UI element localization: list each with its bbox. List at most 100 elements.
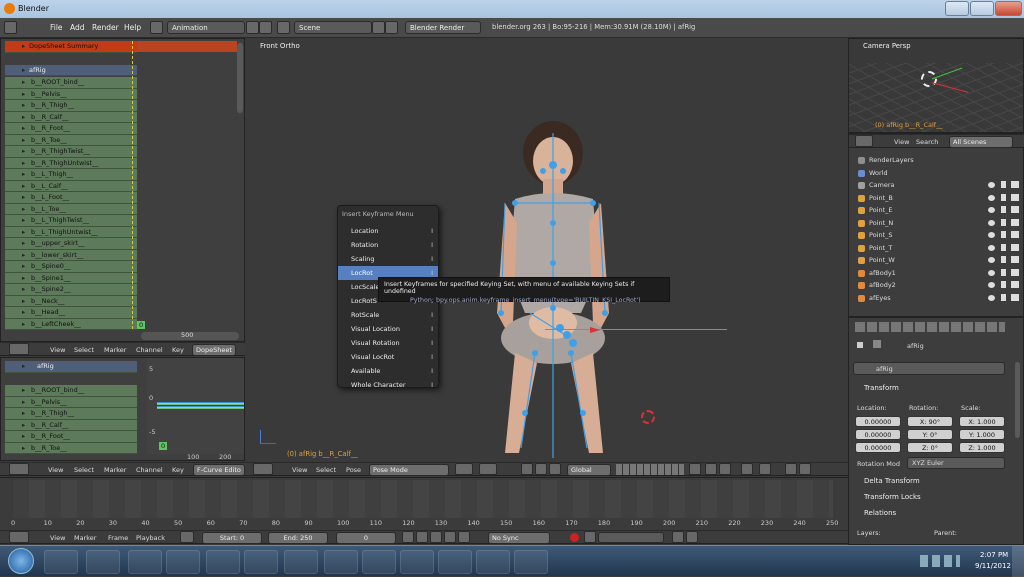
paint-icon[interactable] <box>206 550 240 574</box>
channel-row[interactable]: b__R_ThighUntwist__ <box>5 157 137 169</box>
minimize-button[interactable] <box>945 1 969 16</box>
scene-add-icon[interactable] <box>372 21 385 34</box>
timeline-menu-view[interactable]: View <box>50 534 65 542</box>
pose-copy-icon[interactable] <box>705 463 717 475</box>
show-desktop-button[interactable] <box>1012 546 1024 577</box>
menu-help[interactable]: Help <box>124 23 141 32</box>
channel-row[interactable]: b__Pelvis__ <box>5 396 137 408</box>
maximize-button[interactable] <box>970 1 994 16</box>
dopesheet-menu-marker[interactable]: Marker <box>104 346 126 354</box>
scale-y-field[interactable]: Y: 1.000 <box>959 429 1005 440</box>
channel-row[interactable]: b__LeftCheek__ <box>5 318 137 330</box>
render-camera-icon[interactable] <box>1011 243 1019 251</box>
orientation-select[interactable]: Global <box>567 464 611 476</box>
visibility-eye-icon[interactable] <box>988 294 995 301</box>
next-key-icon[interactable] <box>458 531 470 543</box>
dopesheet-editor-type-icon[interactable] <box>9 343 29 355</box>
channel-row[interactable]: b__R_Toe__ <box>5 442 137 454</box>
menu-render[interactable]: Render <box>92 23 119 32</box>
explorer-icon[interactable] <box>86 550 120 574</box>
pose-paste-icon[interactable] <box>719 463 731 475</box>
select-cursor-icon[interactable] <box>1001 268 1006 276</box>
preview-range-icon[interactable] <box>180 531 194 543</box>
visibility-eye-icon[interactable] <box>988 194 995 201</box>
select-cursor-icon[interactable] <box>1001 293 1006 301</box>
menu-item-rotscale[interactable]: RotScale <box>338 308 438 322</box>
location-z-field[interactable]: 0.00000 <box>855 442 901 453</box>
manipulator-arrow-icon[interactable] <box>590 327 600 333</box>
channel-row[interactable]: b__L_Calf__ <box>5 180 137 192</box>
layer-buttons[interactable] <box>616 464 684 475</box>
channel-row[interactable]: b__Head__ <box>5 307 137 319</box>
channel-row[interactable]: b__upper_skirt__ <box>5 238 137 250</box>
dopesheet-menu-key[interactable]: Key <box>172 346 184 354</box>
media-icon[interactable] <box>362 550 396 574</box>
start-button[interactable] <box>8 548 34 574</box>
visibility-eye-icon[interactable] <box>988 219 995 226</box>
viewport-menu-select[interactable]: Select <box>316 466 336 474</box>
snap-icon[interactable] <box>741 463 753 475</box>
select-cursor-icon[interactable] <box>1001 206 1006 213</box>
scene-close-icon[interactable] <box>385 21 398 34</box>
play-reverse-icon[interactable] <box>416 531 428 543</box>
fcurve-menu-key[interactable]: Key <box>172 466 184 474</box>
outliner-row[interactable]: afBody2 <box>849 279 1024 292</box>
scene-icon[interactable] <box>277 21 290 34</box>
camera-viewport[interactable]: Camera Persp (0) afRig b__R_Calf__ <box>848 38 1024 133</box>
outliner-row[interactable]: World <box>849 167 1024 180</box>
fcurve-mode-select[interactable]: F-Curve Edito <box>193 464 245 476</box>
fcurve-menu-select[interactable]: Select <box>74 466 94 474</box>
manipulator-rotate-icon[interactable] <box>535 463 547 475</box>
relations-header[interactable]: Relations <box>864 509 896 517</box>
outliner-row[interactable]: Point_S <box>849 229 1024 242</box>
timeline-menu-frame[interactable]: Frame <box>108 534 128 542</box>
start-frame-field[interactable]: Start: 0 <box>202 532 262 544</box>
menu-item-rotation[interactable]: Rotation <box>338 238 438 252</box>
dopesheet-mode-select[interactable]: DopeSheet <box>192 344 236 356</box>
manipulator-scale-icon[interactable] <box>549 463 561 475</box>
channel-row[interactable]: b__R_Calf__ <box>5 111 137 123</box>
properties-scrollbar[interactable] <box>1015 362 1020 438</box>
jump-start-icon[interactable] <box>402 531 414 543</box>
channel-row[interactable]: b__Pelvis__ <box>5 88 137 100</box>
scale-z-field[interactable]: Z: 1.000 <box>959 442 1005 453</box>
channel-row[interactable]: b__L_Toe__ <box>5 203 137 215</box>
outliner-row[interactable]: Camera <box>849 179 1024 192</box>
blender-taskbar-icon[interactable] <box>400 550 434 574</box>
rotation-mode-select[interactable]: XYZ Euler <box>907 457 1005 469</box>
delta-transform-header[interactable]: Delta Transform <box>864 477 920 485</box>
visibility-eye-icon[interactable] <box>988 282 995 288</box>
outliner-filter-select[interactable]: All Scenes <box>949 136 1013 148</box>
scene-field[interactable]: Scene <box>294 21 372 34</box>
object-name-field[interactable]: afRig <box>853 362 1005 375</box>
outliner-menu-search[interactable]: Search <box>916 138 938 146</box>
layout-close-icon[interactable] <box>259 21 272 34</box>
menu-item-available[interactable]: Available <box>338 364 438 378</box>
network-icon[interactable] <box>166 550 200 574</box>
editor-type-icon[interactable] <box>4 21 17 34</box>
auto-keyframe-icon[interactable] <box>570 533 579 542</box>
render-camera-icon[interactable] <box>1011 206 1019 213</box>
channel-row[interactable]: b__R_Thigh__ <box>5 408 137 420</box>
viewport-editor-type-icon[interactable] <box>253 463 273 475</box>
menu-item-visual-locrot[interactable]: Visual LocRot <box>338 350 438 364</box>
location-x-field[interactable]: 0.00000 <box>855 416 901 427</box>
outliner-editor-type-icon[interactable] <box>855 135 873 147</box>
powerpoint-icon[interactable] <box>244 550 278 574</box>
location-y-field[interactable]: 0.00000 <box>855 429 901 440</box>
dopesheet-summary-row[interactable]: DopeSheet Summary <box>5 41 137 53</box>
outliner-menu-view[interactable]: View <box>894 138 909 146</box>
dopesheet-vscroll[interactable] <box>237 43 243 113</box>
mode-select[interactable]: Pose Mode <box>369 464 449 476</box>
outliner-row[interactable]: afBody1 <box>849 267 1024 280</box>
outliner-row[interactable]: Point_E <box>849 204 1024 217</box>
fcurve-editor-type-icon[interactable] <box>9 463 29 475</box>
timeline-menu-marker[interactable]: Marker <box>74 534 96 542</box>
visibility-eye-icon[interactable] <box>988 269 995 276</box>
files-icon[interactable] <box>284 550 318 574</box>
fcurve-object-row[interactable]: afRig <box>5 361 137 373</box>
end-frame-field[interactable]: End: 250 <box>268 532 328 544</box>
channel-row[interactable]: b__Spine0__ <box>5 261 137 273</box>
select-cursor-icon[interactable] <box>1001 256 1006 263</box>
channel-row[interactable]: b__R_Toe__ <box>5 134 137 146</box>
